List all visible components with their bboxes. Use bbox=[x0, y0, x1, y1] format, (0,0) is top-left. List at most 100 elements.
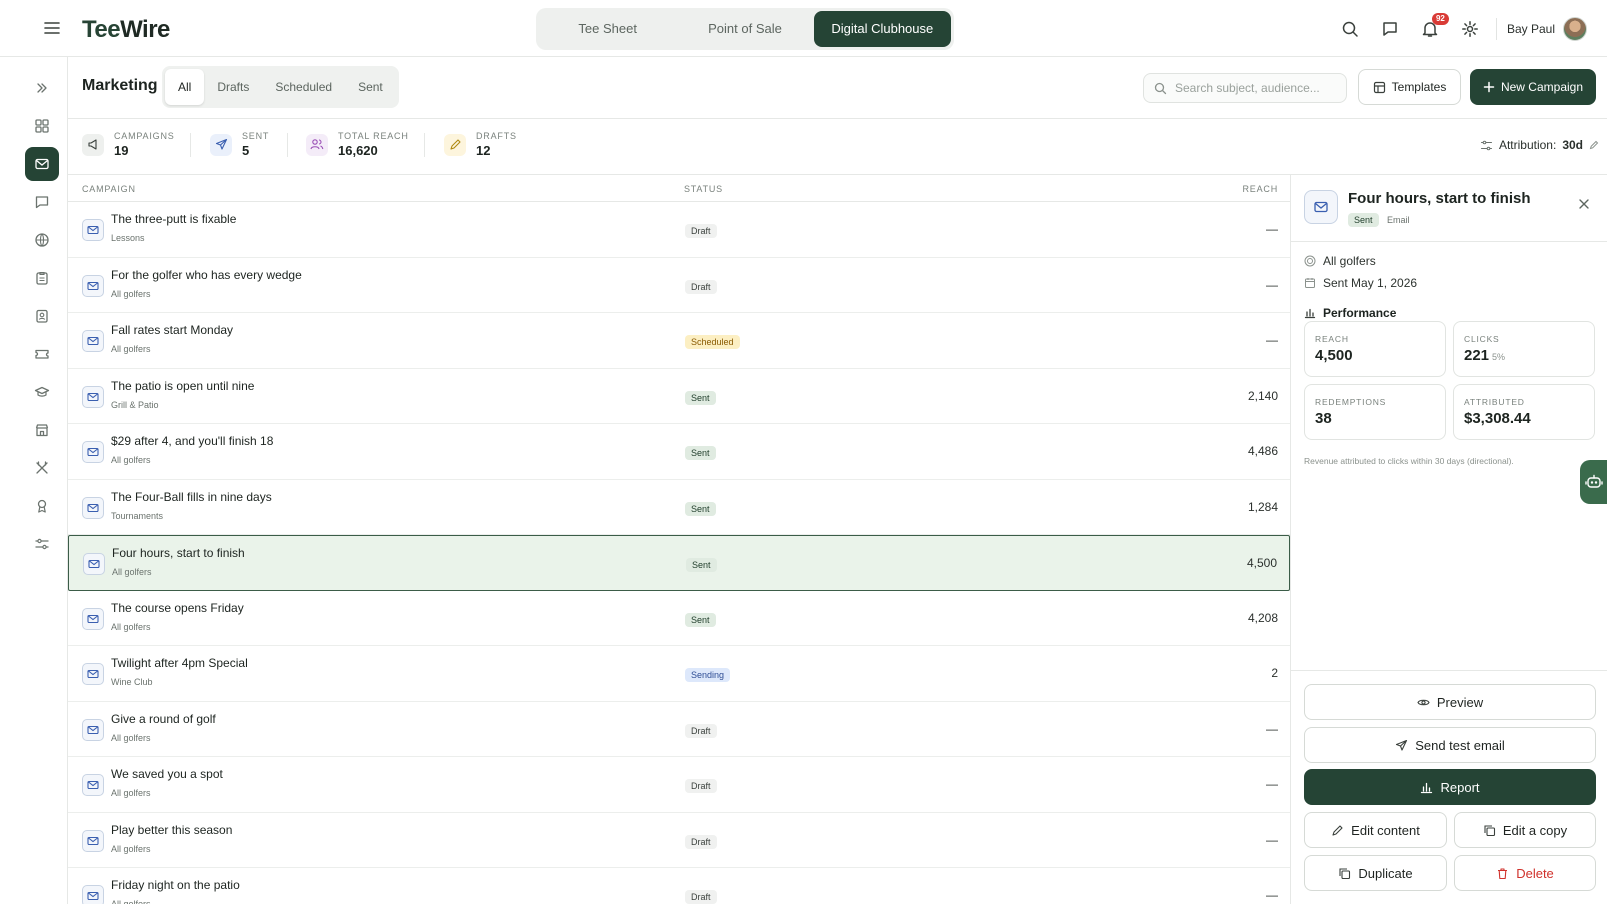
campaign-title: For the golfer who has every wedge bbox=[111, 267, 302, 282]
campaign-title: Friday night on the patio bbox=[111, 878, 240, 892]
graduation-cap-icon[interactable] bbox=[25, 375, 59, 409]
sliders-icon[interactable] bbox=[25, 527, 59, 561]
attribution-window[interactable]: Attribution: 30d bbox=[1480, 138, 1599, 152]
search-icon[interactable] bbox=[1330, 9, 1370, 49]
tab-all[interactable]: All bbox=[165, 69, 205, 105]
edit-copy-button[interactable]: Edit a copy bbox=[1454, 812, 1596, 848]
table-row[interactable]: The Four-Ball fills in nine days Tourname… bbox=[68, 480, 1290, 535]
gear-icon[interactable] bbox=[1450, 9, 1490, 49]
mail-icon bbox=[82, 663, 104, 685]
search-input[interactable] bbox=[1175, 81, 1335, 95]
globe-icon[interactable] bbox=[25, 223, 59, 257]
campaign-title: Fall rates start Monday bbox=[111, 323, 234, 337]
send-test-email-button[interactable]: Send test email bbox=[1304, 727, 1596, 763]
table-row[interactable]: The three-putt is fixable Lessons Draft — bbox=[68, 202, 1290, 258]
table-row[interactable]: We saved you a spot All golfers Draft — bbox=[68, 757, 1290, 813]
close-icon[interactable] bbox=[1576, 196, 1592, 212]
utensils-icon[interactable] bbox=[25, 451, 59, 485]
column-header-reach[interactable]: Reach bbox=[1242, 184, 1278, 194]
table-row[interactable]: Give a round of golf All golfers Draft — bbox=[68, 702, 1290, 757]
duplicate-button[interactable]: Duplicate bbox=[1304, 855, 1447, 891]
attribution-label: Attribution: bbox=[1498, 138, 1557, 152]
nav-tee-sheet[interactable]: Tee Sheet bbox=[539, 11, 676, 47]
mail-icon bbox=[82, 385, 104, 408]
panel-header: Four hours, start to finish Sent Email bbox=[1291, 175, 1607, 242]
mail-icon bbox=[82, 496, 104, 519]
table-row[interactable]: For the golfer who has every wedge All go… bbox=[68, 258, 1290, 313]
audience-label: All golfers bbox=[1323, 254, 1376, 268]
performance-label: Performance bbox=[1323, 306, 1397, 320]
campaign-audience: All golfers bbox=[111, 899, 151, 904]
table-row[interactable]: The course opens Friday All golfers Sent 4,… bbox=[68, 591, 1290, 646]
app-switcher: Tee Sheet Point of Sale Digital Clubhous… bbox=[536, 8, 954, 50]
store-icon[interactable] bbox=[25, 413, 59, 447]
mail-icon bbox=[1304, 190, 1338, 224]
id-badge-icon[interactable] bbox=[25, 299, 59, 333]
table-row[interactable]: The patio is open until nine Grill & Pati… bbox=[68, 369, 1290, 424]
campaign-detail-panel: Four hours, start to finish Sent Email A… bbox=[1290, 175, 1607, 904]
report-button[interactable]: Report bbox=[1304, 769, 1596, 805]
award-icon[interactable] bbox=[25, 489, 59, 523]
table-row[interactable]: Twilight after 4pm Special Wine Club Sendi… bbox=[68, 646, 1290, 702]
table-row[interactable]: Play better this season All golfers Draft — bbox=[68, 813, 1290, 868]
table-row[interactable]: Fall rates start Monday All golfers Schedu… bbox=[68, 313, 1290, 369]
nav-digital-clubhouse[interactable]: Digital Clubhouse bbox=[813, 11, 951, 47]
edit-content-button[interactable]: Edit content bbox=[1304, 812, 1447, 848]
tab-sent[interactable]: Sent bbox=[345, 69, 396, 105]
nav-point-of-sale[interactable]: Point of Sale bbox=[676, 11, 813, 47]
table-row[interactable]: Friday night on the patio All golfers Draf… bbox=[68, 868, 1290, 904]
mail-icon[interactable] bbox=[25, 147, 59, 181]
column-header-status[interactable]: Status bbox=[684, 184, 723, 194]
users-icon bbox=[306, 133, 328, 156]
logo-text-wire: Wire bbox=[120, 16, 170, 43]
campaign-title: The Four-Ball fills in nine days bbox=[111, 489, 272, 504]
stat-value: 5 bbox=[242, 143, 250, 158]
status-badge: Draft bbox=[685, 279, 717, 294]
new-campaign-button[interactable]: New Campaign bbox=[1470, 69, 1596, 105]
mail-icon bbox=[82, 441, 104, 463]
message-icon[interactable] bbox=[25, 185, 59, 219]
campaign-list: The three-putt is fixable Lessons Draft — Fo… bbox=[68, 202, 1290, 904]
duplicate-label: Duplicate bbox=[1358, 865, 1413, 881]
clipboard-icon[interactable] bbox=[25, 261, 59, 295]
table-header: Campaign Status Reach bbox=[68, 175, 1290, 202]
plus-icon bbox=[1483, 81, 1495, 93]
expand-sidebar-icon[interactable] bbox=[25, 71, 59, 105]
campaign-audience: Tournaments bbox=[111, 510, 164, 521]
audience-row: All golfers bbox=[1304, 254, 1376, 268]
mail-icon bbox=[82, 829, 104, 852]
bar-chart-icon bbox=[1304, 307, 1316, 319]
preview-button[interactable]: Preview bbox=[1304, 684, 1596, 720]
delete-button[interactable]: Delete bbox=[1454, 855, 1596, 891]
tab-drafts[interactable]: Drafts bbox=[204, 69, 262, 105]
campaign-audience: All golfers bbox=[111, 621, 151, 632]
table-row[interactable]: Four hours, start to finish All golfers Se… bbox=[68, 535, 1290, 591]
assistant-robot-icon[interactable] bbox=[1580, 460, 1607, 504]
pencil-icon bbox=[444, 133, 466, 156]
stat-label: Drafts bbox=[476, 131, 517, 141]
ticket-icon[interactable] bbox=[25, 337, 59, 371]
menu-icon[interactable] bbox=[42, 19, 62, 37]
reach-value: — bbox=[1266, 222, 1278, 236]
tab-scheduled[interactable]: Scheduled bbox=[262, 69, 345, 105]
sidebar bbox=[0, 57, 68, 904]
avatar[interactable] bbox=[1563, 16, 1587, 41]
dashboard-icon[interactable] bbox=[25, 109, 59, 143]
column-header-campaign[interactable]: Campaign bbox=[82, 184, 136, 194]
chat-icon[interactable] bbox=[1370, 9, 1410, 49]
clicks-card: Clicks 221 5% bbox=[1453, 321, 1595, 377]
bell-icon[interactable]: 92 bbox=[1410, 9, 1450, 49]
reach-value: — bbox=[1266, 777, 1278, 791]
mail-icon bbox=[82, 219, 104, 241]
templates-button[interactable]: Templates bbox=[1358, 69, 1461, 105]
logo[interactable]: TeeWire bbox=[82, 14, 170, 44]
status-badge: Draft bbox=[685, 834, 717, 849]
stat-label: Campaigns bbox=[114, 131, 175, 141]
status-badge: Draft bbox=[685, 224, 717, 238]
reach-card: Reach 4,500 bbox=[1304, 321, 1446, 377]
user-name[interactable]: Bay Paul bbox=[1507, 22, 1555, 36]
templates-label: Templates bbox=[1391, 80, 1447, 94]
edit-content-label: Edit content bbox=[1351, 822, 1420, 838]
table-row[interactable]: $29 after 4, and you'll finish 18 All gol… bbox=[68, 424, 1290, 480]
status-badge: Sent bbox=[685, 446, 716, 460]
